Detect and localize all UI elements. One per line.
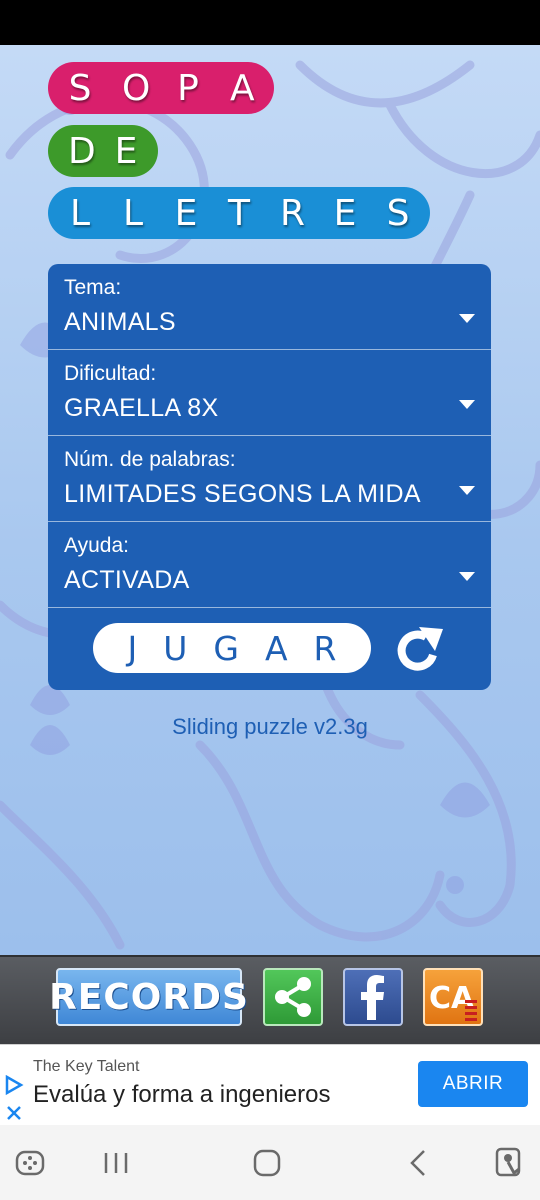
word-count-selector[interactable]: Núm. de palabras: LIMITADES SEGONS LA MI… <box>48 436 491 522</box>
option-label: Núm. de palabras: <box>64 448 236 471</box>
play-button[interactable]: JUGAR <box>93 623 371 673</box>
title-letter: R <box>280 192 306 234</box>
share-icon <box>275 977 311 1017</box>
title-word-de: D E <box>48 125 158 177</box>
dropdown-arrow-icon <box>459 486 475 495</box>
facebook-button[interactable] <box>343 968 403 1026</box>
option-value: GRAELLA 8X <box>64 394 219 422</box>
assistant-icon[interactable] <box>14 1147 46 1179</box>
title-letter: D <box>68 130 96 172</box>
settings-panel: Tema: ANIMALS Dificultad: GRAELLA 8X Núm… <box>48 264 491 690</box>
refresh-icon[interactable] <box>393 625 447 675</box>
title-word-sopa: S O P A <box>48 62 274 114</box>
option-label: Tema: <box>64 276 122 299</box>
version-label: Sliding puzzle v2.3g <box>172 714 368 739</box>
language-code: CA <box>429 981 475 1016</box>
title-letter: L <box>69 192 91 234</box>
system-navigation-bar <box>0 1125 540 1200</box>
recents-icon[interactable] <box>102 1147 130 1179</box>
topic-selector[interactable]: Tema: ANIMALS <box>48 264 491 350</box>
help-selector[interactable]: Ayuda: ACTIVADA <box>48 522 491 608</box>
bottom-toolbar: RECORDS CA <box>0 955 540 1044</box>
records-button[interactable]: RECORDS <box>49 968 248 1026</box>
difficulty-selector[interactable]: Dificultad: GRAELLA 8X <box>48 350 491 436</box>
option-value: ACTIVADA <box>64 566 190 594</box>
title-letter: E <box>114 130 138 172</box>
title-letter: A <box>230 67 255 109</box>
option-value: ANIMALS <box>64 308 176 336</box>
home-icon[interactable] <box>252 1147 282 1179</box>
back-icon[interactable] <box>404 1147 432 1179</box>
title-letter: S <box>68 67 92 109</box>
option-value: LIMITADES SEGONS LA MIDA <box>64 480 421 508</box>
title-letter: E <box>174 192 198 234</box>
ad-open-button[interactable]: ABRIR <box>418 1061 528 1107</box>
ad-headline[interactable]: Evalúa y forma a ingenieros <box>33 1081 331 1109</box>
option-label: Dificultad: <box>64 362 157 385</box>
ad-choices-icon[interactable] <box>4 1075 24 1123</box>
title-letter: L <box>122 192 144 234</box>
title-letter: P <box>177 67 199 109</box>
title-letter: E <box>333 192 357 234</box>
share-button[interactable] <box>263 968 323 1026</box>
dropdown-arrow-icon <box>459 314 475 323</box>
title-letter: O <box>122 67 151 109</box>
facebook-icon <box>361 975 384 1020</box>
dropdown-arrow-icon <box>459 400 475 409</box>
title-letter: T <box>228 192 250 234</box>
language-button[interactable]: CA <box>423 968 483 1026</box>
title-letter: S <box>386 192 410 234</box>
ad-banner[interactable]: The Key Talent Evalúa y forma a ingenier… <box>0 1044 540 1125</box>
dropdown-arrow-icon <box>459 572 475 581</box>
option-label: Ayuda: <box>64 534 129 557</box>
title-word-lletres: L L E T R E S <box>48 187 430 239</box>
status-bar <box>0 0 540 45</box>
ad-advertiser: The Key Talent <box>33 1058 140 1075</box>
language-flag-icon: CA <box>429 981 477 1021</box>
accessibility-icon[interactable] <box>494 1147 526 1179</box>
